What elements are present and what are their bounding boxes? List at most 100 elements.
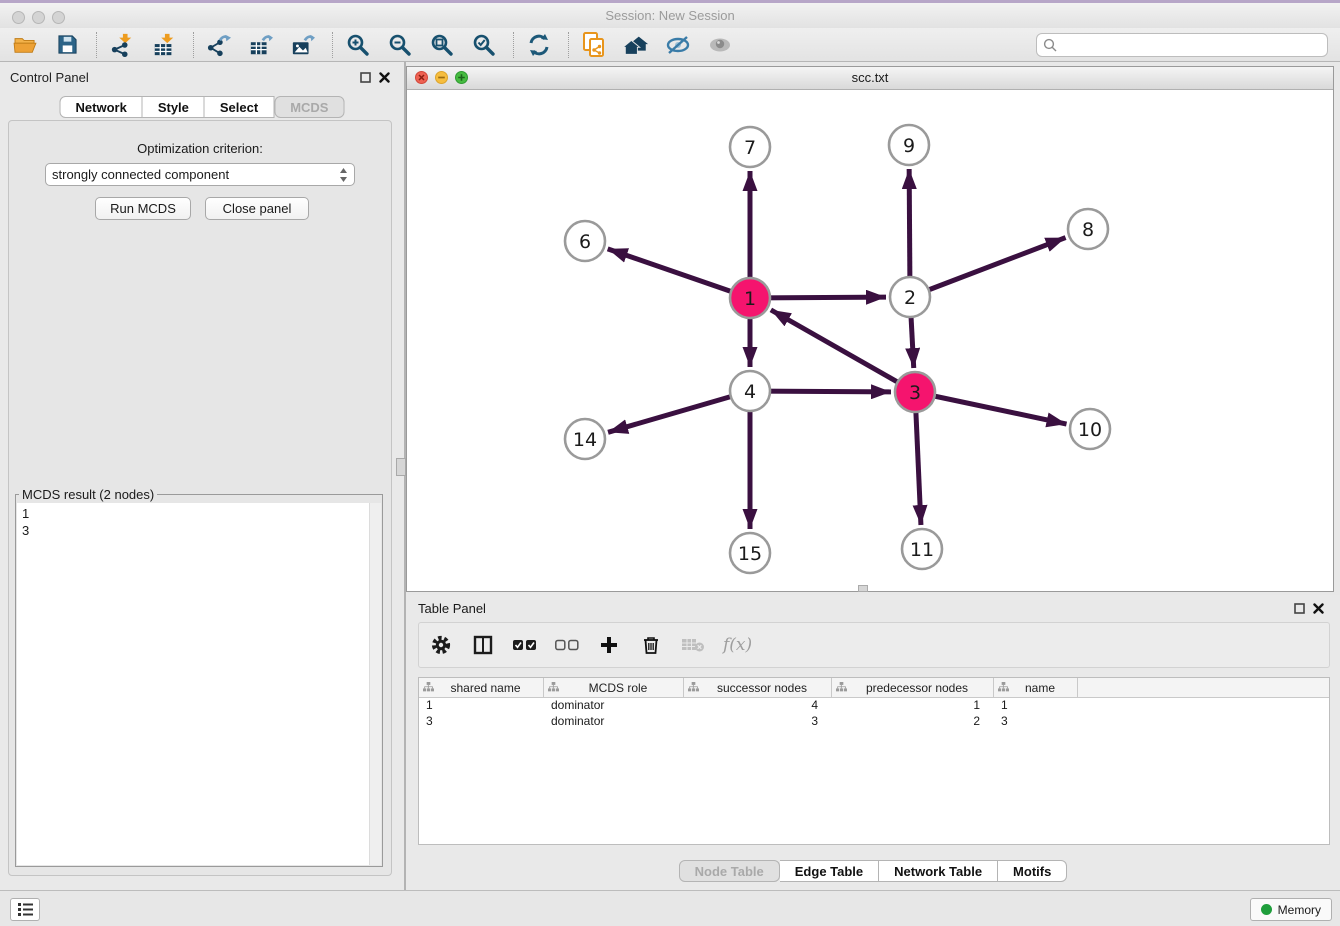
vertical-splitter-grip[interactable] bbox=[396, 458, 406, 476]
svg-text:8: 8 bbox=[1082, 219, 1094, 241]
select-stepper-icon bbox=[339, 167, 348, 183]
graph-node-6[interactable]: 6 bbox=[565, 221, 605, 261]
float-panel-icon[interactable] bbox=[1294, 603, 1305, 614]
select-all-checkboxes-icon[interactable] bbox=[513, 633, 537, 657]
column-sort-icon bbox=[423, 682, 434, 693]
show-all-eye-icon[interactable] bbox=[705, 31, 735, 59]
graph-node-2[interactable]: 2 bbox=[890, 277, 930, 317]
graph-edge-4-14[interactable] bbox=[608, 391, 750, 432]
table-cell: 3 bbox=[994, 714, 1078, 730]
open-file-icon[interactable] bbox=[10, 31, 40, 59]
graph-node-7[interactable]: 7 bbox=[730, 127, 770, 167]
delete-row-trash-icon[interactable] bbox=[639, 633, 663, 657]
graph-node-1[interactable]: 1 bbox=[730, 278, 770, 318]
graph-edge-3-1[interactable] bbox=[771, 310, 915, 392]
home-view-icon[interactable] bbox=[621, 31, 651, 59]
table-row[interactable]: 1dominator411 bbox=[419, 698, 1329, 714]
delete-table-icon bbox=[681, 633, 705, 657]
column-header-name[interactable]: name bbox=[994, 678, 1078, 697]
tab-network-table[interactable]: Network Table bbox=[879, 860, 998, 882]
memory-status-dot bbox=[1261, 904, 1272, 915]
task-history-button[interactable] bbox=[10, 898, 40, 921]
application-window: Session: New Session bbox=[0, 0, 1340, 926]
search-input[interactable] bbox=[1057, 35, 1327, 55]
tab-style[interactable]: Style bbox=[143, 96, 205, 118]
tab-node-table[interactable]: Node Table bbox=[679, 860, 780, 882]
graph-node-8[interactable]: 8 bbox=[1068, 209, 1108, 249]
control-panel: Control Panel NetworkStyleSelectMCDS Opt… bbox=[0, 62, 404, 890]
zoom-selected-icon[interactable] bbox=[469, 31, 499, 59]
graph-node-3[interactable]: 3 bbox=[895, 372, 935, 412]
float-panel-icon[interactable] bbox=[360, 72, 371, 83]
horizontal-splitter-grip[interactable] bbox=[858, 585, 868, 592]
control-panel-tabs: NetworkStyleSelectMCDS bbox=[60, 96, 345, 118]
graph-node-9[interactable]: 9 bbox=[889, 125, 929, 165]
table-cell: 1 bbox=[832, 698, 994, 714]
import-table-icon[interactable] bbox=[149, 31, 179, 59]
criterion-select[interactable]: strongly connected component bbox=[45, 163, 355, 186]
export-image-icon[interactable] bbox=[288, 31, 318, 59]
graph-node-15[interactable]: 15 bbox=[730, 533, 770, 573]
run-mcds-button[interactable]: Run MCDS bbox=[95, 197, 191, 220]
close-view-icon[interactable] bbox=[415, 71, 428, 84]
function-builder-icon: f(x) bbox=[723, 633, 752, 657]
table-body: 1dominator4113dominator323 bbox=[419, 698, 1329, 730]
search-box[interactable] bbox=[1036, 33, 1328, 57]
column-view-icon[interactable] bbox=[471, 633, 495, 657]
memory-label: Memory bbox=[1278, 903, 1321, 917]
settings-gear-icon[interactable] bbox=[429, 633, 453, 657]
export-network-icon[interactable] bbox=[204, 31, 234, 59]
column-header-predecessor-nodes[interactable]: predecessor nodes bbox=[832, 678, 994, 697]
export-table-icon[interactable] bbox=[246, 31, 276, 59]
clone-network-icon[interactable] bbox=[579, 31, 609, 59]
network-canvas-svg[interactable]: 1 2 3 4 6 7 8 9 10 11 14 15 bbox=[407, 90, 1333, 591]
table-panel: Table Panel bbox=[406, 595, 1340, 890]
graph-node-14[interactable]: 14 bbox=[565, 419, 605, 459]
list-icon bbox=[17, 902, 34, 917]
graph-edge-3-10[interactable] bbox=[915, 392, 1067, 424]
zoom-in-icon[interactable] bbox=[343, 31, 373, 59]
graph-node-4[interactable]: 4 bbox=[730, 371, 770, 411]
add-row-icon[interactable] bbox=[597, 633, 621, 657]
result-scrollbar[interactable] bbox=[369, 503, 381, 865]
tab-network[interactable]: Network bbox=[60, 96, 143, 118]
tab-select[interactable]: Select bbox=[205, 96, 274, 118]
svg-text:15: 15 bbox=[738, 543, 762, 565]
graph-node-11[interactable]: 11 bbox=[902, 529, 942, 569]
memory-button[interactable]: Memory bbox=[1250, 898, 1332, 921]
mcds-result-text: 1 3 bbox=[22, 505, 29, 539]
deselect-all-checkboxes-icon[interactable] bbox=[555, 633, 579, 657]
save-session-icon[interactable] bbox=[52, 31, 82, 59]
close-panel-button[interactable]: Close panel bbox=[205, 197, 309, 220]
zoom-out-icon[interactable] bbox=[385, 31, 415, 59]
column-sort-icon bbox=[998, 682, 1009, 693]
hide-selected-eye-icon[interactable] bbox=[663, 31, 693, 59]
control-panel-title: Control Panel bbox=[10, 70, 89, 85]
close-panel-icon[interactable] bbox=[379, 72, 390, 83]
tab-mcds[interactable]: MCDS bbox=[274, 96, 344, 118]
close-panel-icon[interactable] bbox=[1313, 603, 1324, 614]
mcds-result-area[interactable]: 1 3 bbox=[17, 503, 381, 865]
toolbar-separator bbox=[332, 32, 333, 58]
main-titlebar: Session: New Session bbox=[0, 3, 1340, 29]
column-header-MCDS-role[interactable]: MCDS role bbox=[544, 678, 684, 697]
svg-text:14: 14 bbox=[573, 429, 597, 451]
import-network-icon[interactable] bbox=[107, 31, 137, 59]
maximize-window-icon[interactable] bbox=[52, 11, 65, 24]
minimize-view-icon[interactable] bbox=[435, 71, 448, 84]
table-row[interactable]: 3dominator323 bbox=[419, 714, 1329, 730]
minimize-window-icon[interactable] bbox=[32, 11, 45, 24]
zoom-view-icon[interactable] bbox=[455, 71, 468, 84]
zoom-fit-icon[interactable] bbox=[427, 31, 457, 59]
criterion-value: strongly connected component bbox=[52, 167, 339, 182]
network-titlebar[interactable]: scc.txt bbox=[407, 67, 1333, 90]
close-window-icon[interactable] bbox=[12, 11, 25, 24]
tab-motifs[interactable]: Motifs bbox=[998, 860, 1067, 882]
tab-edge-table[interactable]: Edge Table bbox=[780, 860, 879, 882]
column-header-successor-nodes[interactable]: successor nodes bbox=[684, 678, 832, 697]
graph-edge-2-8[interactable] bbox=[910, 238, 1066, 297]
graph-edge-1-6[interactable] bbox=[608, 249, 750, 298]
column-header-shared-name[interactable]: shared name bbox=[419, 678, 544, 697]
refresh-layout-icon[interactable] bbox=[524, 31, 554, 59]
graph-node-10[interactable]: 10 bbox=[1070, 409, 1110, 449]
